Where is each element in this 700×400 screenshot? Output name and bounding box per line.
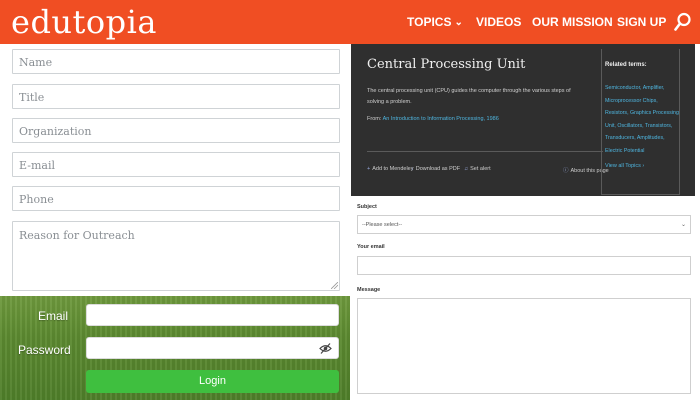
related-terms-box: Related terms: Semiconductor, Amplifier,… (601, 49, 680, 195)
set-alert-button[interactable]: ♫ Set alert (464, 166, 491, 172)
resize-grip-icon[interactable] (331, 282, 338, 289)
site-logo[interactable]: edutopia (11, 3, 157, 41)
definition-title: Central Processing Unit (367, 57, 526, 72)
nav-sign-up[interactable]: SIGN UP (617, 0, 666, 44)
nav-our-mission[interactable]: OUR MISSION (532, 0, 613, 44)
chevron-down-icon: ⌄ (680, 222, 686, 228)
reason-placeholder: Reason for Outreach (19, 229, 135, 242)
login-button[interactable]: Login (86, 370, 339, 393)
email-field[interactable]: E-mail (12, 152, 340, 177)
definition-panel: Central Processing Unit The central proc… (351, 44, 695, 196)
view-all-topics-link[interactable]: View all Topics › (605, 163, 679, 169)
login-password-input[interactable] (86, 337, 339, 359)
definition-description: The central processing unit (CPU) guides… (367, 88, 571, 105)
download-icon: ↓ (411, 166, 414, 172)
add-to-mendeley-button[interactable]: + Add to Mendeley (367, 166, 414, 172)
name-field[interactable]: Name (12, 49, 340, 74)
login-email-label: Email (38, 309, 69, 323)
login-password-label: Password (18, 343, 71, 357)
your-email-label: Your email (357, 244, 385, 250)
message-textarea[interactable] (357, 298, 691, 394)
definition-source: From: An Introduction to Information Pro… (367, 116, 499, 122)
reason-textarea[interactable]: Reason for Outreach (12, 221, 340, 291)
nav-topics[interactable]: TOPICS ⌄ (407, 0, 463, 44)
info-icon: ⓘ (563, 168, 569, 174)
site-header: edutopia TOPICS ⌄ VIDEOS OUR MISSION SIGN… (0, 0, 700, 44)
subject-value: --Please select-- (362, 222, 403, 228)
subject-label: Subject (357, 204, 377, 210)
source-link[interactable]: An Introduction to Information Processin… (383, 116, 499, 122)
organization-field[interactable]: Organization (12, 118, 340, 143)
related-terms-list[interactable]: Semiconductor, Amplifier, Microprocessor… (605, 82, 679, 157)
bell-icon: ♫ (464, 166, 469, 172)
nav-videos[interactable]: VIDEOS (476, 0, 521, 44)
phone-field[interactable]: Phone (12, 186, 340, 211)
download-pdf-button[interactable]: ↓ Download as PDF (411, 166, 460, 172)
chevron-down-icon: ⌄ (454, 17, 463, 28)
login-email-input[interactable] (86, 304, 339, 326)
related-terms-heading: Related terms: (605, 62, 647, 68)
your-email-input[interactable] (357, 256, 691, 275)
message-label: Message (357, 287, 381, 293)
title-field[interactable]: Title (12, 84, 340, 109)
divider (367, 151, 603, 152)
plus-icon: + (367, 166, 371, 172)
subject-select[interactable]: --Please select-- ⌄ (357, 215, 691, 234)
search-icon[interactable] (674, 12, 692, 32)
eye-slash-icon[interactable] (319, 342, 332, 355)
